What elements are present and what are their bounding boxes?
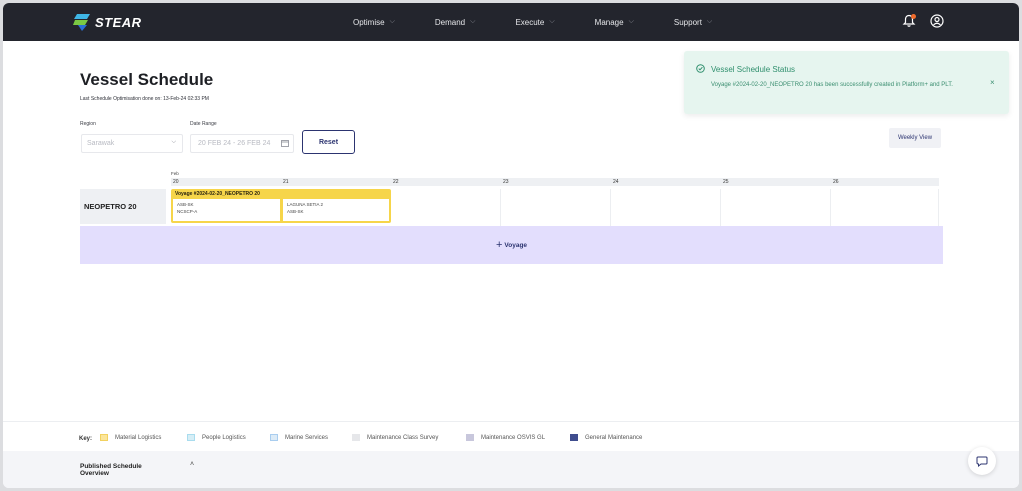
legend-item: People Logistics — [187, 434, 246, 441]
legend-label: People Logistics — [202, 434, 246, 441]
region-value: Sarawak — [87, 140, 115, 147]
legend-item: Marine Services — [270, 434, 328, 441]
schedule-cell[interactable] — [501, 189, 611, 226]
chevron-down-icon: ⌵ — [470, 18, 476, 25]
month-label: Feb — [171, 171, 179, 176]
legend-swatch — [570, 434, 578, 441]
nav-optimise-label: Optimise — [353, 17, 385, 27]
add-voyage-button[interactable]: + Voyage — [80, 226, 943, 264]
legend-item: General Maintenance — [570, 434, 642, 441]
user-profile-icon[interactable] — [930, 14, 944, 28]
toast-message: Voyage #2024-02-20_NEOPETRO 20 has been … — [711, 82, 953, 88]
voyage-day-stops: ASB-SK NCSCP-A — [173, 199, 280, 221]
status-toast: Vessel Schedule Status Voyage #2024-02-2… — [684, 51, 1009, 114]
weekly-view-button[interactable]: Weekly View — [889, 128, 941, 148]
chevron-down-icon: ⌵ — [389, 18, 395, 25]
plus-icon: + — [495, 239, 503, 251]
schedule-cell[interactable] — [611, 189, 721, 226]
nav-execute-label: Execute — [515, 17, 545, 27]
chevron-down-icon: ⌵ — [706, 18, 713, 25]
day-header: 26 — [831, 178, 939, 186]
main-menu: Optimise ⌵ Demand ⌵ Execute ⌵ Manage ⌵ Suppo… — [353, 3, 752, 41]
stop-label: LAGUNA SETIA 2 — [287, 202, 324, 207]
calendar-icon — [281, 140, 289, 147]
schedule-cell[interactable] — [831, 189, 939, 226]
notification-badge — [911, 14, 916, 19]
legend-label: General Maintenance — [585, 434, 643, 441]
legend-key-label: Key: — [79, 436, 93, 442]
legend-item: Maintenance Class Survey — [352, 434, 438, 441]
schedule-cell[interactable] — [721, 189, 831, 226]
date-range-value: 20 FEB 24 - 26 FEB 24 — [198, 140, 271, 147]
published-schedule-title: Published Schedule Overview — [80, 463, 142, 477]
voyage-title: Voyage #2024-02-20_NEOPETRO 20 — [175, 191, 260, 197]
nav-manage-label: Manage — [594, 17, 624, 27]
add-voyage-label: Voyage — [504, 241, 528, 249]
chat-icon — [976, 456, 988, 467]
legend-label: Marine Services — [285, 434, 329, 441]
stear-logo-icon — [73, 14, 90, 31]
region-select[interactable]: Sarawak ⌵ — [81, 134, 183, 153]
published-schedule-panel[interactable]: Published Schedule Overview ˄ — [3, 451, 1019, 488]
app-name: STEAR — [95, 14, 142, 30]
page-title: Vessel Schedule — [80, 70, 214, 89]
voyage-day-stops: LAGUNA SETIA 2 ASB-SK — [283, 199, 389, 221]
day-header: 24 — [611, 178, 721, 186]
legend-label: Maintenance OSVIS GL — [481, 434, 546, 441]
schedule-cell[interactable] — [391, 189, 501, 226]
date-range-label: Date Range — [190, 121, 217, 127]
legend-label: Material Logistics — [115, 434, 162, 441]
chevron-up-icon[interactable]: ˄ — [190, 461, 194, 468]
chat-button[interactable] — [968, 447, 996, 475]
legend-swatch — [270, 434, 278, 441]
day-header: 22 — [391, 178, 501, 186]
check-circle-icon — [696, 64, 705, 73]
stear-logo[interactable]: STEAR — [73, 13, 142, 31]
legend-label: Maintenance Class Survey — [367, 434, 439, 441]
legend-swatch — [100, 434, 108, 441]
legend-swatch — [466, 434, 474, 441]
voyage-block[interactable]: Voyage #2024-02-20_NEOPETRO 20 ASB-SK NC… — [171, 189, 391, 223]
day-header: 21 — [281, 178, 391, 186]
app-window: STEAR Optimise ⌵ Demand ⌵ Execute ⌵ Manage ⌵… — [3, 3, 1019, 488]
nav-manage[interactable]: Manage ⌵ — [595, 3, 634, 41]
vessel-name: NEOPETRO 20 — [80, 189, 166, 224]
legend-swatch — [352, 434, 360, 441]
date-range-input[interactable]: 20 FEB 24 - 26 FEB 24 — [190, 134, 294, 153]
day-header: 20 — [171, 178, 281, 186]
nav-support[interactable]: Support ⌵ — [674, 3, 712, 41]
legend-item: Material Logistics — [100, 434, 161, 441]
nav-demand-label: Demand — [434, 17, 466, 27]
stop-label: ASB-SK — [287, 209, 304, 214]
nav-optimise[interactable]: Optimise ⌵ — [353, 3, 395, 41]
legend-swatch — [187, 434, 195, 441]
legend-bar: Key: Material Logistics People Logistics… — [3, 421, 1019, 451]
toast-title: Vessel Schedule Status — [711, 65, 796, 74]
last-optimisation-text: Last Schedule Optimisation done on: 13-F… — [80, 96, 209, 102]
region-label: Region — [80, 121, 96, 127]
chevron-down-icon: ⌵ — [171, 139, 176, 145]
reset-button[interactable]: Reset — [302, 130, 355, 154]
day-header: 23 — [501, 178, 611, 186]
chevron-down-icon: ⌵ — [628, 18, 634, 25]
top-navigation-bar: STEAR Optimise ⌵ Demand ⌵ Execute ⌵ Manage ⌵… — [3, 3, 1019, 41]
close-icon[interactable]: × — [990, 78, 995, 87]
nav-support-label: Support — [673, 17, 702, 27]
legend-item: Maintenance OSVIS GL — [466, 434, 545, 441]
stop-label: ASB-SK — [177, 202, 194, 207]
day-header: 25 — [721, 178, 831, 186]
nav-execute[interactable]: Execute ⌵ — [515, 3, 554, 41]
nav-demand[interactable]: Demand ⌵ — [435, 3, 476, 41]
chevron-down-icon: ⌵ — [549, 18, 555, 25]
stop-label: NCSCP-A — [177, 209, 198, 214]
